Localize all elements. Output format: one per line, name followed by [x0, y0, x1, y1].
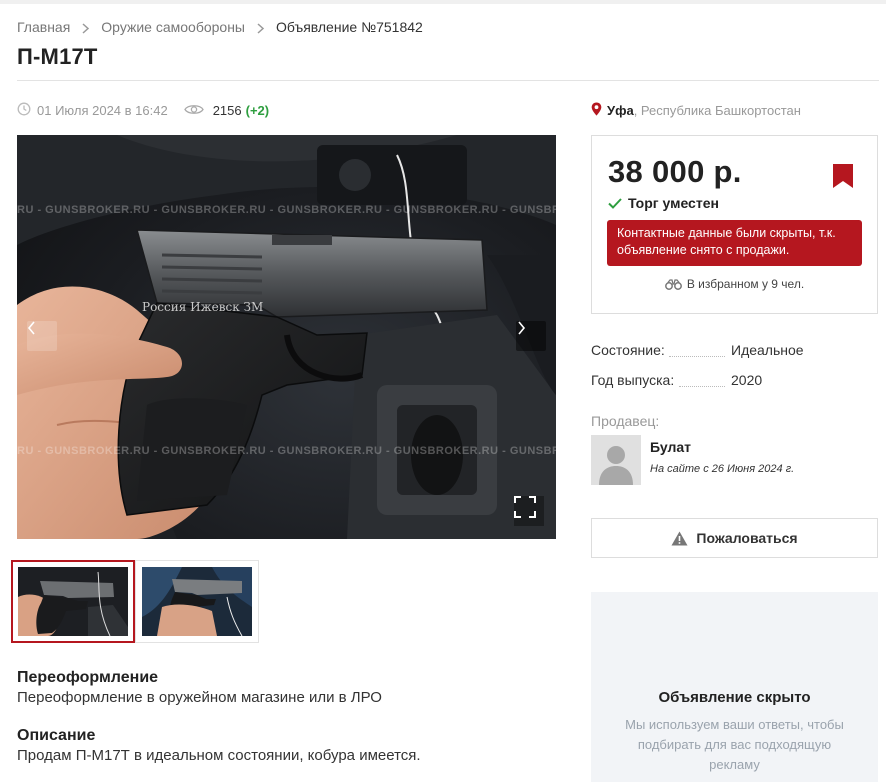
attribute-year-label: Год выпуска:: [591, 372, 725, 388]
chevron-right-icon: [256, 22, 265, 34]
bookmark-button[interactable]: [832, 163, 854, 194]
top-border: [0, 0, 886, 4]
map-pin-icon: [591, 102, 602, 119]
binoculars-icon: [664, 278, 682, 290]
main-photo[interactable]: Россия Ижевск ЗМ RU - GUNSBROKER.RU - GU…: [17, 135, 556, 539]
price: 38 000 р.: [608, 154, 742, 189]
leader-dots: [669, 356, 725, 357]
bargain-status: Торг уместен: [608, 195, 719, 211]
user-placeholder-icon: [591, 435, 641, 485]
attribute-condition-label: Состояние:: [591, 342, 725, 358]
check-icon: [608, 197, 622, 209]
fullscreen-button[interactable]: [514, 496, 544, 526]
thumbnail-strip: [11, 560, 259, 643]
section-heading-reregistration: Переоформление: [17, 669, 159, 686]
breadcrumb: Главная Оружие самообороны Объявление №7…: [17, 19, 423, 35]
section-heading-description: Описание: [17, 727, 96, 744]
location-region: , Республика Башкортостан: [633, 103, 801, 118]
price-box: 38 000 р. Торг уместен Контактные данные…: [591, 135, 878, 314]
attribute-label: Год выпуска:: [591, 372, 675, 388]
warning-icon: [671, 531, 688, 545]
gallery-prev-button[interactable]: [27, 321, 57, 351]
eye-icon: [183, 103, 204, 119]
ad-title: Объявление скрыто: [658, 689, 811, 706]
thumbnail-image: [142, 567, 252, 636]
section-text-description: Продам П-М17Т в идеальном состоянии, коб…: [17, 747, 421, 764]
attribute-condition-value: Идеальное: [731, 342, 804, 358]
attribute-label: Состояние:: [591, 342, 665, 358]
gun-engraving: Россия Ижевск ЗМ: [142, 300, 263, 314]
views-count: 2156: [212, 103, 242, 118]
location-city[interactable]: Уфа: [607, 103, 634, 118]
avatar: [591, 435, 641, 485]
thumbnail-2[interactable]: [135, 560, 259, 643]
ad-text: Мы используем ваши ответы, чтобы подбира…: [625, 717, 844, 772]
watermark: RU - GUNSBROKER.RU - GUNSBROKER.RU - GUN…: [17, 445, 556, 457]
photo-illustration: Россия Ижевск ЗМ: [17, 135, 556, 539]
chevron-right-icon: [518, 321, 526, 335]
section-text-reregistration: Переоформление в оружейном магазине или …: [17, 689, 382, 706]
favorites-count: В избранном у 9 чел.: [592, 277, 877, 291]
thumbnail-image: [18, 567, 128, 636]
listing-meta: 01 Июля 2024 в 16:42 2156 (+2): [17, 102, 269, 119]
seller-since: На сайте с 26 Июня 2024 г.: [650, 463, 795, 475]
divider: [17, 80, 879, 81]
breadcrumb-current: Объявление №751842: [276, 19, 423, 35]
complain-button[interactable]: Пожаловаться: [591, 518, 878, 558]
bookmark-icon: [833, 164, 853, 188]
breadcrumb-home[interactable]: Главная: [17, 19, 70, 35]
bargain-label: Торг уместен: [628, 195, 719, 211]
ad-placeholder: Объявление скрыто Мы используем ваши отв…: [591, 592, 878, 782]
gallery-next-button[interactable]: [516, 321, 546, 351]
views-delta: (+2): [245, 103, 270, 118]
page-title: П-М17Т: [17, 44, 98, 69]
hidden-contacts-alert: Контактные данные были скрыты, т.к. объя…: [607, 220, 862, 266]
clock-icon: [17, 102, 31, 119]
location: Уфа , Республика Башкортостан: [591, 102, 801, 119]
seller-name[interactable]: Булат: [650, 439, 691, 455]
leader-dots: [679, 386, 725, 387]
complain-label: Пожаловаться: [696, 530, 798, 546]
favorites-label: В избранном у 9 чел.: [686, 277, 805, 291]
chevron-left-icon: [27, 321, 35, 335]
listing-date: 01 Июля 2024 в 16:42: [37, 103, 168, 118]
chevron-right-icon: [81, 22, 90, 34]
thumbnail-1[interactable]: [11, 560, 135, 643]
fullscreen-icon: [514, 496, 536, 518]
breadcrumb-category[interactable]: Оружие самообороны: [101, 19, 245, 35]
seller-label: Продавец:: [591, 413, 660, 429]
attribute-year-value: 2020: [731, 372, 763, 388]
watermark: RU - GUNSBROKER.RU - GUNSBROKER.RU - GUN…: [17, 204, 556, 216]
